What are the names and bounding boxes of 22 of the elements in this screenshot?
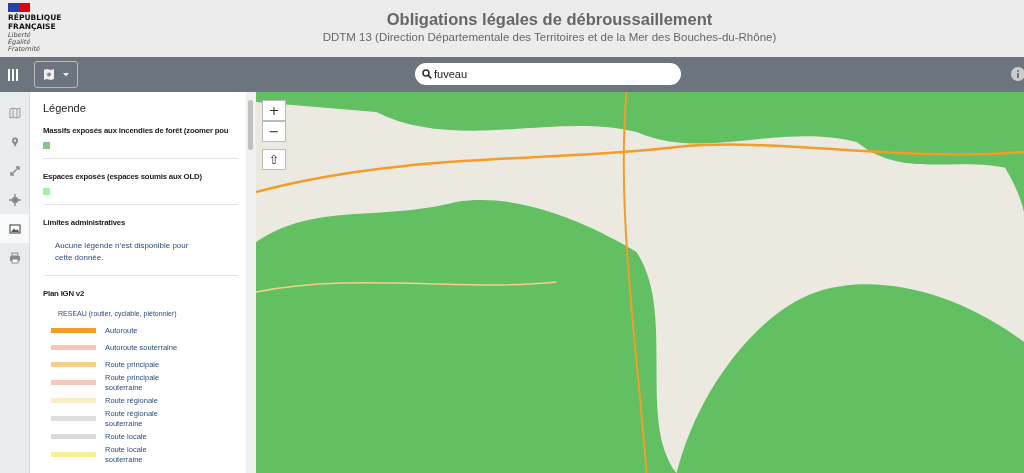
page-subtitle: DDTM 13 (Direction Départementale des Territoires et de la Mer des Bouches-du-Rhône): [322, 31, 777, 43]
zoom-out-button[interactable]: −: [262, 121, 286, 142]
info-icon[interactable]: [1011, 67, 1024, 81]
columns-icon[interactable]: [8, 68, 18, 81]
zoom-in-button[interactable]: +: [262, 100, 286, 121]
image-icon: [8, 222, 21, 235]
map-icon: [43, 69, 55, 80]
basemap-dropdown[interactable]: [34, 61, 78, 88]
flag-icon: [8, 3, 30, 12]
print-icon: [8, 251, 21, 264]
page-title: Obligations légales de débroussaillement: [386, 10, 713, 29]
legend-note: Aucune légende n’est disponible pour cette donnée.: [54, 240, 190, 264]
expand-icon: [8, 164, 21, 177]
image-tab[interactable]: [0, 214, 29, 243]
crosshair-icon: [8, 193, 21, 206]
search-icon: [422, 69, 432, 79]
map-icon: [8, 106, 21, 119]
caret-icon: [63, 72, 69, 77]
legend-title: Légende: [43, 102, 87, 114]
north-button[interactable]: ⇧: [262, 149, 286, 170]
map-drawing[interactable]: [256, 92, 1024, 473]
search-field[interactable]: fuveau: [415, 63, 681, 85]
